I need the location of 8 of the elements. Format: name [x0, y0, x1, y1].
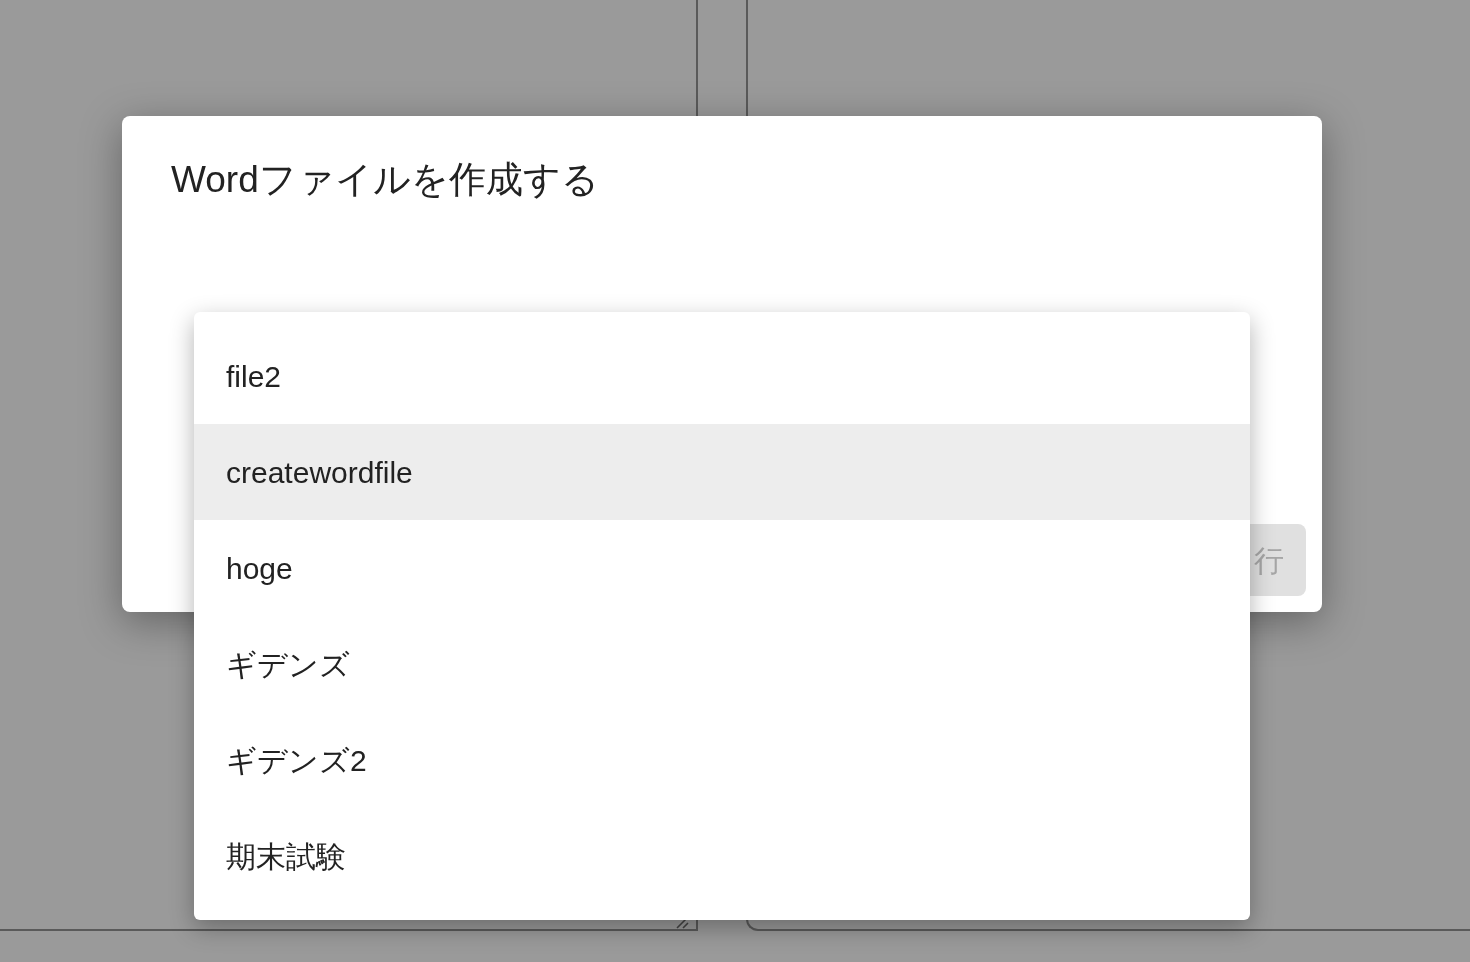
menu-item[interactable]: ギデンズ	[194, 616, 1250, 712]
menu-item[interactable]: 期末試験	[194, 808, 1250, 904]
resize-handle-icon[interactable]	[676, 917, 692, 929]
menu-item[interactable]: hoge	[194, 520, 1250, 616]
menu-item[interactable]: file2	[194, 328, 1250, 424]
menu-item[interactable]: ギデンズ2	[194, 712, 1250, 808]
dialog-title: Wordファイルを作成する	[171, 158, 599, 202]
menu-item[interactable]: createwordfile	[194, 424, 1250, 520]
